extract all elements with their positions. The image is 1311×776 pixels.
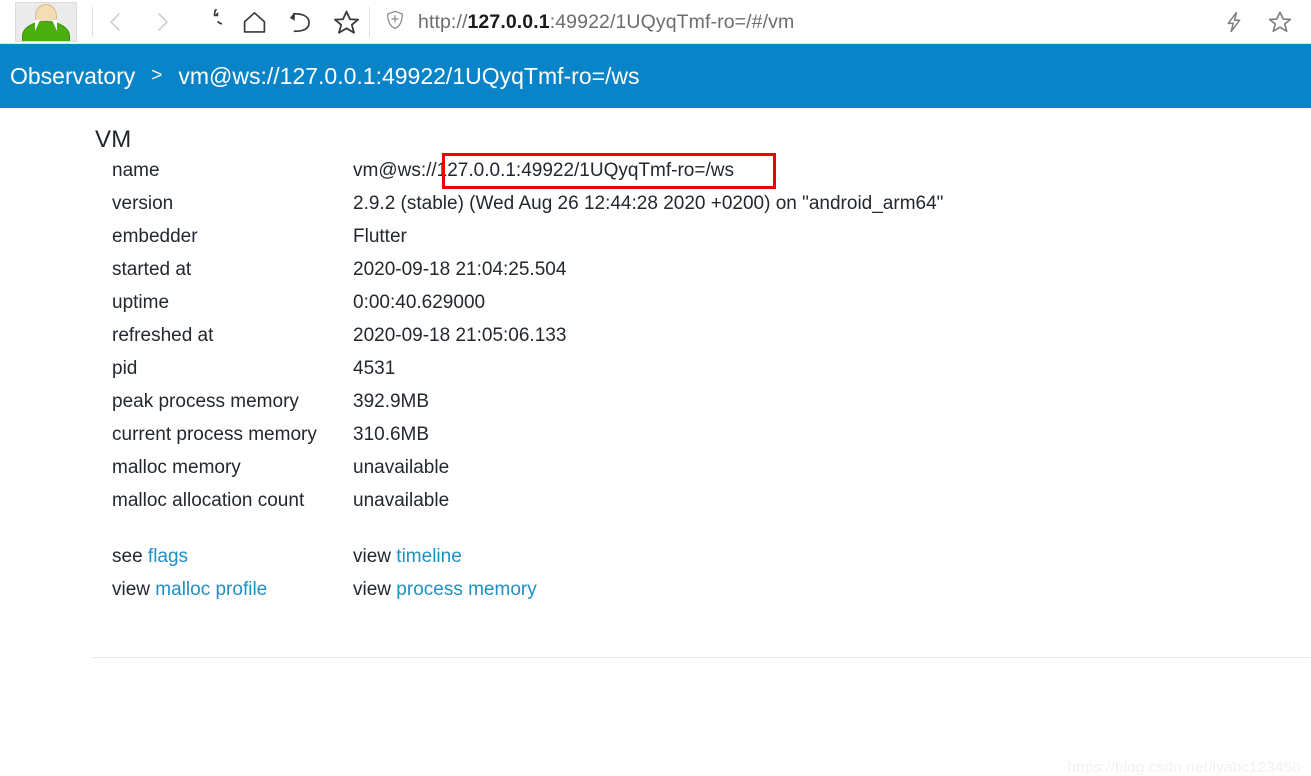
- avatar-collar-right: [52, 20, 57, 31]
- table-row: started at 2020-09-18 21:04:25.504: [112, 259, 943, 292]
- chevron-left-icon: [104, 10, 128, 34]
- table-row: peak process memory 392.9MB: [112, 391, 943, 424]
- avatar-body: [22, 21, 70, 41]
- view-timeline-line: view timeline: [353, 546, 462, 567]
- property-label-peak-process-memory: peak process memory: [112, 391, 299, 412]
- see-flags-prefix: see: [112, 546, 143, 567]
- view-process-memory-line: view process memory: [353, 579, 537, 600]
- table-row: name vm@ws://127.0.0.1:49922/1UQyqTmf-ro…: [112, 160, 943, 193]
- url-path: :49922/1UQyqTmf-ro=/#/vm: [549, 10, 795, 33]
- property-value-malloc-allocation-count: unavailable: [353, 490, 450, 511]
- links-column-left: see flags: [112, 546, 353, 568]
- table-row: version 2.9.2 (stable) (Wed Aug 26 12:44…: [112, 193, 943, 226]
- process-memory-link[interactable]: process memory: [396, 579, 536, 600]
- property-value-pid: 4531: [353, 358, 396, 379]
- malloc-profile-link[interactable]: malloc profile: [155, 579, 267, 600]
- url-display[interactable]: http://127.0.0.1:49922/1UQyqTmf-ro=/#/vm: [418, 11, 794, 34]
- lightning-button[interactable]: [1211, 0, 1257, 44]
- browser-toolbar: http://127.0.0.1:49922/1UQyqTmf-ro=/#/vm: [0, 0, 1311, 44]
- page-title: VM: [95, 126, 132, 153]
- url-host: 127.0.0.1: [467, 10, 550, 33]
- table-row: malloc memory unavailable: [112, 457, 943, 490]
- links-column-right: view timeline: [353, 546, 462, 568]
- bookmark-button[interactable]: [323, 0, 369, 44]
- user-avatar-image[interactable]: [15, 2, 77, 42]
- property-label-current-process-memory: current process memory: [112, 424, 317, 445]
- table-row: pid 4531: [112, 358, 943, 391]
- property-value-version: 2.9.2 (stable) (Wed Aug 26 12:44:28 2020…: [353, 193, 944, 214]
- back-button[interactable]: [93, 0, 139, 44]
- favorite-button[interactable]: [1257, 0, 1303, 44]
- property-value-current-process-memory: 310.6MB: [353, 424, 430, 445]
- reload-icon: [195, 8, 222, 36]
- undo-button[interactable]: [277, 0, 323, 44]
- avatar[interactable]: [0, 0, 92, 44]
- view-malloc-profile-prefix: view: [112, 579, 151, 600]
- star-outline-icon: [332, 8, 361, 37]
- property-label-uptime: uptime: [112, 292, 170, 313]
- links-row: view malloc profile view process memory: [112, 579, 537, 612]
- home-icon: [241, 9, 268, 36]
- view-process-memory-prefix: view: [353, 579, 392, 600]
- property-value-name: vm@ws://127.0.0.1:49922/1UQyqTmf-ro=/ws: [353, 160, 734, 181]
- breadcrumb-item-observatory[interactable]: Observatory: [10, 63, 135, 90]
- vm-links: see flags view timeline view malloc prof…: [112, 546, 537, 612]
- see-flags-line: see flags: [112, 546, 188, 567]
- table-row: embedder Flutter: [112, 226, 943, 259]
- view-timeline-prefix: view: [353, 546, 392, 567]
- breadcrumb: Observatory > vm@ws://127.0.0.1:49922/1U…: [0, 44, 1311, 108]
- property-label-pid: pid: [112, 358, 138, 379]
- shield-plus-icon[interactable]: [384, 9, 406, 36]
- toolbar-right-icons: [1211, 0, 1311, 44]
- table-row: refreshed at 2020-09-18 21:05:06.133: [112, 325, 943, 358]
- url-scheme: http://: [418, 10, 468, 33]
- table-row: uptime 0:00:40.629000: [112, 292, 943, 325]
- vm-properties-table: name vm@ws://127.0.0.1:49922/1UQyqTmf-ro…: [112, 160, 943, 523]
- property-label-started-at: started at: [112, 259, 192, 280]
- table-row: malloc allocation count unavailable: [112, 490, 943, 523]
- home-button[interactable]: [231, 0, 277, 44]
- flags-link[interactable]: flags: [148, 546, 188, 567]
- property-value-peak-process-memory: 392.9MB: [353, 391, 430, 412]
- property-value-refreshed-at: 2020-09-18 21:05:06.133: [353, 325, 567, 346]
- links-column-left: view malloc profile: [112, 579, 353, 601]
- property-label-version: version: [112, 193, 174, 214]
- links-row: see flags view timeline: [112, 546, 537, 579]
- reload-button[interactable]: [185, 0, 231, 44]
- timeline-link[interactable]: timeline: [396, 546, 461, 567]
- lightning-bolt-icon: [1222, 10, 1246, 34]
- property-value-embedder: Flutter: [353, 226, 407, 247]
- view-malloc-profile-line: view malloc profile: [112, 579, 267, 600]
- watermark-text: https://blog.csdn.net/lyabc123456: [1067, 759, 1301, 776]
- undo-arrow-icon: [287, 9, 314, 36]
- chevron-right-icon: [150, 10, 174, 34]
- property-label-name: name: [112, 160, 160, 181]
- vm-page: VM name vm@ws://127.0.0.1:49922/1UQyqTmf…: [0, 108, 1311, 776]
- address-bar[interactable]: http://127.0.0.1:49922/1UQyqTmf-ro=/#/vm: [370, 0, 1211, 44]
- table-row: current process memory 310.6MB: [112, 424, 943, 457]
- forward-button[interactable]: [139, 0, 185, 44]
- avatar-collar-left: [35, 20, 40, 31]
- property-value-malloc-memory: unavailable: [353, 457, 450, 478]
- links-column-right: view process memory: [353, 579, 537, 601]
- property-label-embedder: embedder: [112, 226, 198, 247]
- breadcrumb-separator: >: [151, 65, 163, 86]
- property-value-uptime: 0:00:40.629000: [353, 292, 486, 313]
- navigation-buttons: [93, 0, 369, 44]
- property-value-started-at: 2020-09-18 21:04:25.504: [353, 259, 567, 280]
- property-label-malloc-allocation-count: malloc allocation count: [112, 490, 305, 511]
- footer-divider: [92, 657, 1311, 658]
- star-outline-icon: [1267, 9, 1293, 35]
- breadcrumb-item-vm[interactable]: vm@ws://127.0.0.1:49922/1UQyqTmf-ro=/ws: [178, 63, 639, 90]
- property-label-refreshed-at: refreshed at: [112, 325, 214, 346]
- property-label-malloc-memory: malloc memory: [112, 457, 241, 478]
